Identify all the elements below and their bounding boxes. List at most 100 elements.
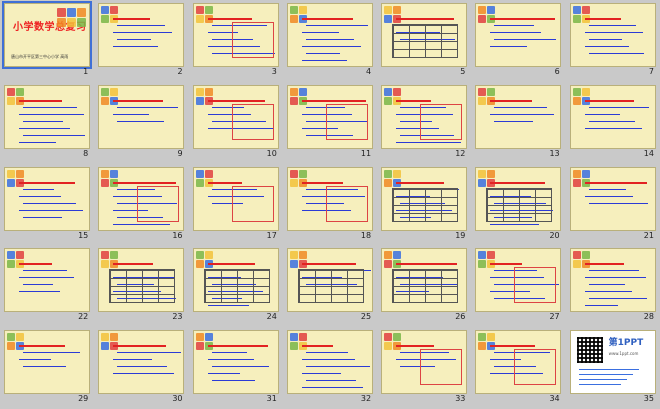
content-line [207,305,249,307]
slide-thumbnail-cell[interactable]: 22 [0,245,94,327]
slide-thumbnail[interactable] [98,330,185,395]
content-line [588,106,649,108]
slide-thumbnail-cell[interactable]: 34 [471,327,565,409]
slide-thumbnail-cell[interactable]: 30 [94,327,188,409]
slide-thumbnail[interactable] [569,84,656,149]
decor-square [478,260,487,269]
content-line [113,373,175,375]
slide-thumbnail[interactable] [192,330,279,395]
content-box [325,103,368,140]
slide-thumbnail[interactable] [286,84,373,149]
slide-thumbnail[interactable]: 第1PPT www.1ppt.com [569,330,656,395]
slide-thumbnail[interactable] [569,3,656,67]
slide-thumbnail-cell[interactable]: 5 [377,0,471,82]
slide-thumbnail[interactable] [4,166,90,231]
slide-thumbnail-cell[interactable]: 18 [283,164,377,246]
decor-square [195,260,204,269]
slide-thumbnail[interactable] [569,248,656,313]
slide-thumbnail[interactable] [4,330,90,395]
slide-thumbnail-cell[interactable]: 8 [0,82,94,164]
decor-square [478,6,487,14]
slide-thumbnail[interactable] [381,248,468,313]
slide-thumbnail-selected[interactable]: 小学数学总复习 唐山市开平区第三中心小学 高雨 [2,1,92,69]
slide-thumbnail[interactable] [4,248,90,313]
slide-thumbnail-cell[interactable]: 2 [94,0,188,82]
slide-number: 20 [549,230,560,240]
slide-thumbnail[interactable] [286,166,373,231]
slide-thumbnail-cell[interactable]: 21 [566,164,660,246]
slide-thumbnail-cell[interactable]: 32 [283,327,377,409]
slide-thumbnail[interactable] [286,248,373,313]
slide-thumbnail-cell[interactable]: 9 [94,82,188,164]
slide-thumbnail-cell[interactable]: 14 [566,82,660,164]
slide-number: 1 [83,67,89,76]
slide-thumbnail-cell[interactable]: 15 [0,164,94,246]
slide-thumbnail[interactable] [475,248,562,313]
slide-thumbnail-cell[interactable]: 26 [377,245,471,327]
slide-number: 8 [83,148,89,158]
slide-thumbnail-cell[interactable]: 3 [189,0,283,82]
decor-square [289,169,298,178]
decor-square [478,251,487,260]
content-line [584,127,642,129]
slide-thumbnail[interactable] [4,84,90,149]
slide-thumbnail[interactable] [381,166,468,231]
slide-thumbnail[interactable] [286,330,373,395]
decor-square [16,169,24,178]
slide-thumbnail[interactable] [569,166,656,231]
slide-thumbnail[interactable] [98,248,185,313]
slide-thumbnail[interactable] [192,166,279,231]
slide-number: 12 [455,148,466,158]
slide-thumbnail-cell[interactable]: 19 [377,164,471,246]
decor-square [101,342,110,351]
slide-thumbnail-cell[interactable]: 25 [283,245,377,327]
slide-thumbnail[interactable] [192,84,279,149]
slide-thumbnail-cell[interactable]: 24 [189,245,283,327]
slide-thumbnail-cell[interactable]: 4 [283,0,377,82]
decor-square [289,251,298,260]
slide-thumbnail-cell[interactable]: 20 [471,164,565,246]
slide-thumbnail-cell[interactable]: 28 [566,245,660,327]
slide-thumbnail-cell[interactable]: 16 [94,164,188,246]
slide-number: 6 [554,67,560,76]
slide-thumbnail-cell[interactable]: 第1PPT www.1ppt.com 35 [566,327,660,409]
content-box [231,103,274,140]
slide-thumbnail[interactable] [192,248,279,313]
slide-thumbnail[interactable] [98,3,185,67]
content-line [301,345,333,348]
content-line [494,39,557,40]
slide-thumbnail[interactable] [98,166,185,231]
slide-thumbnail-cell[interactable]: 10 [189,82,283,164]
slide-thumbnail[interactable] [381,330,468,395]
content-line [19,181,75,184]
slide-thumbnail[interactable] [475,84,562,149]
slide-thumbnail[interactable] [98,84,185,149]
slide-thumbnail-cell[interactable]: 7 [566,0,660,82]
slide-thumbnail-cell[interactable]: 27 [471,245,565,327]
slide-thumbnail-cell[interactable]: 23 [94,245,188,327]
slide-thumbnail-cell[interactable]: 31 [189,327,283,409]
slide-thumbnail[interactable] [475,330,562,395]
slide-thumbnail[interactable] [381,3,468,67]
slide-thumbnail[interactable] [286,3,373,67]
slide-thumbnail-cell[interactable]: 12 [377,82,471,164]
content-line [588,25,636,26]
slide-thumbnail[interactable] [192,3,279,67]
slide-thumbnail-cell[interactable]: 33 [377,327,471,409]
slide-thumbnail-cell[interactable]: 6 [471,0,565,82]
slide-thumbnail-cell[interactable]: 17 [189,164,283,246]
content-line [396,181,445,184]
slide-thumbnail[interactable] [475,166,562,231]
content-line [301,99,366,102]
slide-thumbnail[interactable] [475,3,562,67]
slide-thumbnail-cell[interactable]: 29 [0,327,94,409]
decor-square [77,8,86,17]
slide-thumbnail-cell[interactable]: 11 [283,82,377,164]
decor-square [298,169,307,178]
decor-square [384,260,393,269]
content-box [231,185,274,222]
slide-thumbnail-cell[interactable]: 小学数学总复习 唐山市开平区第三中心小学 高雨 1 [0,0,94,82]
slide-thumbnail[interactable] [381,84,468,149]
slide-thumbnail-cell[interactable]: 13 [471,82,565,164]
content-table [297,269,364,304]
